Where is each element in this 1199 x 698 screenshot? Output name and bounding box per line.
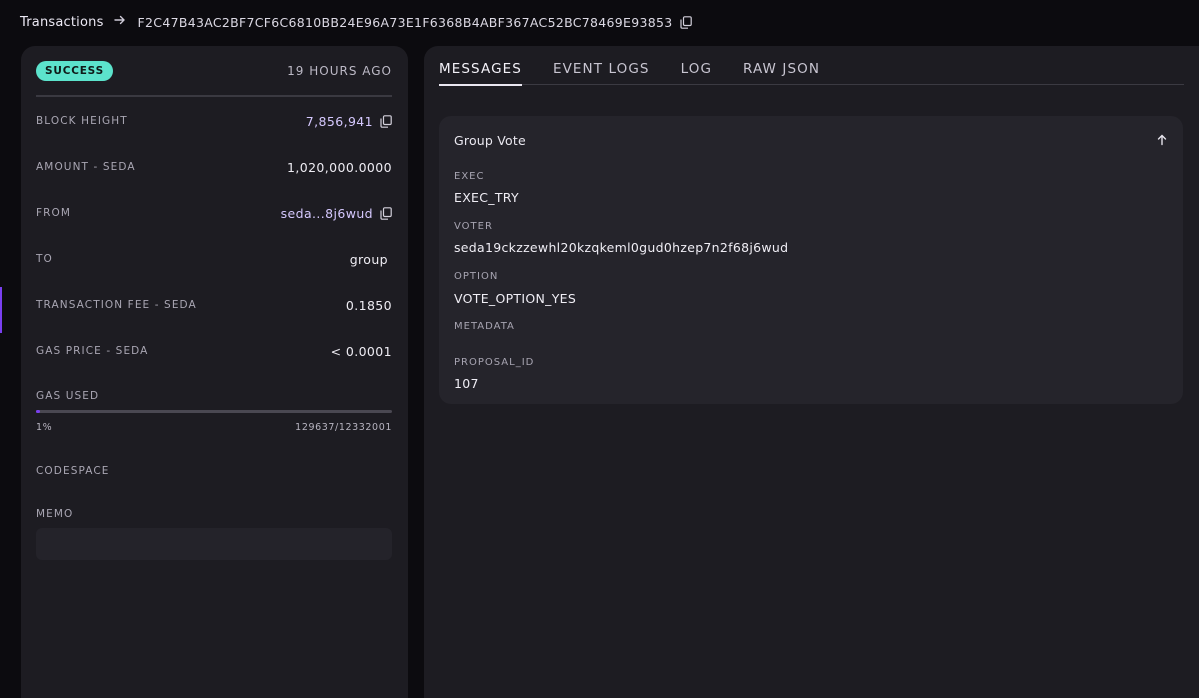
gas-price-row: GAS PRICE - SEDA < 0.0001: [36, 341, 392, 361]
metadata-label: METADATA: [454, 321, 515, 332]
block-height-label: BLOCK HEIGHT: [36, 115, 128, 127]
tab-raw-json[interactable]: RAW JSON: [743, 61, 820, 85]
voter-value: seda19ckzzewhl20kzqkeml0gud0hzep7n2f68j6…: [454, 240, 789, 255]
transaction-hash: F2C47B43AC2BF7CF6C6810BB24E96A73E1F6368B…: [137, 14, 673, 30]
details-tabs: MESSAGES EVENT LOGS LOG RAW JSON: [439, 61, 1184, 86]
gas-price-label: GAS PRICE - SEDA: [36, 345, 149, 357]
block-height-value: 7,856,941: [306, 114, 392, 129]
sidebar-active-indicator: [0, 287, 2, 333]
to-label: TO: [36, 253, 53, 265]
amount-value: 1,020,000.0000: [286, 159, 392, 175]
memo-label: MEMO: [36, 508, 74, 520]
from-row: FROM seda...8j6wud: [36, 203, 392, 223]
proposal-id-value: 107: [454, 376, 479, 391]
gas-used-meta: 1% 129637/12332001: [36, 422, 392, 434]
timestamp: 19 HOURS AGO: [287, 64, 392, 78]
option-label: OPTION: [454, 271, 499, 282]
codespace-label: CODESPACE: [36, 465, 110, 477]
amount-label: AMOUNT - SEDA: [36, 161, 136, 173]
gas-price-value: < 0.0001: [330, 343, 392, 359]
divider: [36, 95, 392, 97]
voter-label: VOTER: [454, 221, 493, 232]
transaction-details-panel: MESSAGES EVENT LOGS LOG RAW JSON Group V…: [424, 46, 1199, 698]
fee-label: TRANSACTION FEE - SEDA: [36, 299, 197, 311]
status-row: SUCCESS 19 HOURS AGO: [36, 61, 392, 81]
copy-icon[interactable]: [679, 15, 692, 29]
from-address-link[interactable]: seda...8j6wud: [281, 206, 373, 221]
codespace-row: CODESPACE: [36, 461, 392, 481]
gas-used-ratio: 129637/12332001: [295, 422, 392, 433]
tab-log[interactable]: LOG: [681, 61, 712, 85]
status-badge: SUCCESS: [36, 61, 113, 81]
arrow-right-icon: [113, 14, 126, 30]
from-label: FROM: [36, 207, 72, 219]
arrow-up-icon[interactable]: [1156, 134, 1168, 146]
breadcrumb-transactions-link[interactable]: Transactions: [20, 15, 104, 30]
proposal-id-label: PROPOSAL_ID: [454, 357, 535, 368]
amount-row: AMOUNT - SEDA 1,020,000.0000: [36, 157, 392, 177]
message-header[interactable]: Group Vote: [454, 131, 1168, 149]
fee-row: TRANSACTION FEE - SEDA 0.1850: [36, 295, 392, 315]
memo-row: MEMO: [36, 504, 392, 524]
memo-box: [36, 528, 392, 560]
to-value: group: [349, 251, 388, 267]
to-row: TO group: [36, 249, 392, 269]
gas-used-row: GAS USED: [36, 386, 392, 406]
gas-used-percent: 1%: [36, 422, 53, 433]
tab-messages[interactable]: MESSAGES: [439, 61, 522, 86]
exec-label: EXEC: [454, 171, 485, 182]
tab-event-logs[interactable]: EVENT LOGS: [553, 61, 650, 85]
copy-icon[interactable]: [380, 206, 392, 220]
gas-used-label: GAS USED: [36, 390, 100, 402]
message-title: Group Vote: [454, 132, 526, 148]
block-height-link[interactable]: 7,856,941: [306, 114, 373, 129]
transaction-summary-panel: SUCCESS 19 HOURS AGO BLOCK HEIGHT 7,856,…: [21, 46, 408, 698]
gas-used-progress: [36, 410, 392, 413]
exec-value: EXEC_TRY: [454, 190, 519, 205]
option-value: VOTE_OPTION_YES: [454, 291, 577, 306]
from-value: seda...8j6wud: [281, 206, 392, 221]
block-height-row: BLOCK HEIGHT 7,856,941: [36, 111, 392, 131]
copy-icon[interactable]: [380, 114, 392, 128]
fee-value: 0.1850: [345, 297, 392, 313]
message-card: Group Vote EXEC EXEC_TRY VOTER seda19ckz…: [439, 116, 1183, 404]
breadcrumb: Transactions F2C47B43AC2BF7CF6C6810BB24E…: [20, 13, 692, 31]
gas-used-progress-fill: [36, 410, 40, 413]
